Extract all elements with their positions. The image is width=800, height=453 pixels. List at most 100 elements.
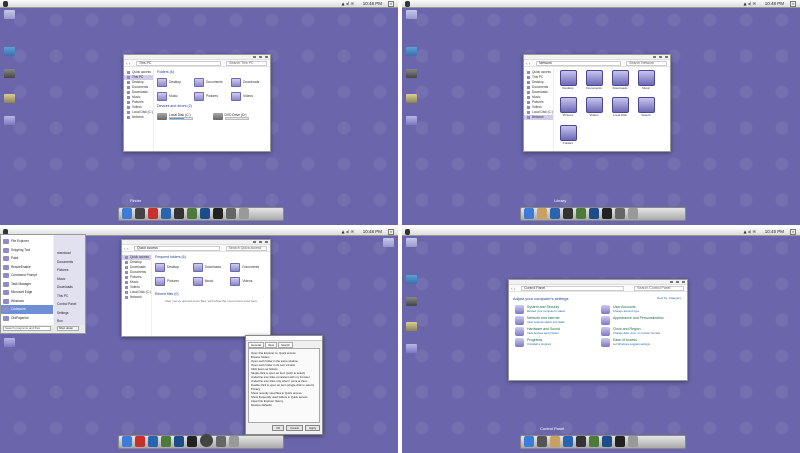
monitor-icon[interactable]	[406, 275, 417, 284]
power-icon[interactable]	[200, 434, 213, 447]
mail-icon[interactable]	[148, 436, 158, 447]
trash-icon[interactable]	[239, 208, 249, 219]
desktop-icon[interactable]	[4, 10, 15, 19]
library-item[interactable]: Desktop	[557, 70, 579, 94]
folder-icon[interactable]	[4, 94, 15, 103]
trash-icon[interactable]	[628, 436, 638, 447]
settings-icon[interactable]	[216, 436, 226, 447]
folder-item[interactable]: Downloads	[231, 77, 268, 87]
search-input[interactable]: Search Quick access	[225, 246, 267, 251]
close-icon[interactable]: ×	[388, 1, 394, 7]
category-link[interactable]: Let Windows suggest settings	[613, 342, 650, 346]
tray-icons[interactable]: ▲ ◂) ✉	[341, 1, 354, 6]
close-icon[interactable]	[665, 56, 668, 58]
media-icon[interactable]	[602, 208, 612, 219]
mail-icon[interactable]	[161, 208, 171, 219]
drive-item[interactable]: Local Disk (C:)	[157, 111, 213, 121]
apple-icon[interactable]	[405, 1, 410, 7]
address-bar[interactable]: Network	[536, 61, 621, 66]
settings-icon[interactable]	[226, 208, 236, 219]
dialog-button[interactable]: OK	[272, 425, 285, 431]
maximize-icon[interactable]	[676, 281, 679, 283]
start-menu-link[interactable]: Settings	[54, 309, 85, 318]
view-by[interactable]: View by: Category	[657, 296, 681, 300]
control-panel-category[interactable]: Appearance and Personalization	[601, 316, 681, 327]
dialog-option[interactable]: Restore Defaults	[251, 403, 317, 407]
folder-item[interactable]: Music	[192, 276, 231, 286]
folder-item[interactable]: Desktop	[157, 77, 194, 87]
dialog-tab[interactable]: Search	[277, 342, 293, 348]
tray-icons[interactable]: ▲ ◂) ✉	[743, 229, 756, 234]
home-icon[interactable]	[550, 436, 560, 447]
app-icon[interactable]	[174, 436, 184, 447]
category-link[interactable]: Change date, time, or number formats	[613, 331, 660, 335]
library-item[interactable]: Documents	[583, 70, 605, 94]
control-panel-category[interactable]: Ease of Access Let Windows suggest settin…	[601, 338, 681, 349]
media-icon[interactable]	[187, 436, 197, 447]
folder-item[interactable]: Desktop	[155, 262, 193, 272]
start-search-input[interactable]: Search programs and files	[3, 326, 51, 331]
folder-icon[interactable]	[406, 94, 417, 103]
close-icon[interactable]: ×	[790, 229, 796, 235]
folder-item[interactable]: Pictures	[155, 276, 193, 286]
desktop-icon[interactable]	[406, 238, 417, 247]
maximize-icon[interactable]	[259, 241, 262, 243]
start-menu-item[interactable]: OldPaperInk	[1, 314, 53, 323]
drive-icon[interactable]	[406, 69, 417, 78]
app-icon[interactable]	[200, 208, 210, 219]
monitor-icon[interactable]	[406, 47, 417, 56]
app-icon[interactable]	[589, 208, 599, 219]
maximize-icon[interactable]	[259, 56, 262, 58]
category-title[interactable]: Appearance and Personalization	[613, 316, 664, 320]
folder-item[interactable]: Videos	[230, 276, 268, 286]
minimize-icon[interactable]	[670, 281, 673, 283]
library-item[interactable]: Videos	[583, 97, 605, 121]
control-panel-category[interactable]: Hardware and Sound View devices and print…	[515, 327, 595, 338]
finder-icon[interactable]	[524, 208, 534, 219]
start-menu-item[interactable]: File Explorer	[1, 237, 53, 246]
dialog-button[interactable]: Apply	[305, 425, 320, 431]
address-bar[interactable]: Control Panel	[521, 286, 625, 291]
mail-icon[interactable]	[550, 208, 560, 219]
start-menu-link[interactable]: Music	[54, 275, 85, 284]
terminal-icon[interactable]	[563, 208, 573, 219]
address-bar[interactable]: Quick access	[134, 246, 220, 251]
media-icon[interactable]	[213, 208, 223, 219]
search-input[interactable]: Search This PC	[226, 61, 267, 66]
start-menu-item[interactable]: ResizeEnable	[1, 263, 53, 272]
home-icon[interactable]	[537, 208, 547, 219]
folder-item[interactable]: Downloads	[192, 262, 231, 272]
start-menu-item[interactable]: Command Prompt	[1, 271, 53, 280]
back-forward-icon[interactable]: ‹ ›	[526, 61, 530, 66]
dialog-tab[interactable]: View	[264, 342, 277, 348]
control-panel-category[interactable]: User Accounts Change account type	[601, 305, 681, 316]
folder-item[interactable]: Videos	[231, 91, 268, 101]
start-menu-item[interactable]: Microsoft Edge	[1, 288, 53, 297]
folder-item[interactable]: Documents	[230, 262, 268, 272]
photos-icon[interactable]	[576, 208, 586, 219]
drive-icon[interactable]	[4, 69, 15, 78]
photos-icon[interactable]	[589, 436, 599, 447]
safari-icon[interactable]	[135, 208, 145, 219]
home-icon[interactable]	[148, 208, 158, 219]
recycle-icon[interactable]	[406, 116, 417, 125]
category-link[interactable]: Change account type	[613, 309, 639, 313]
terminal-icon[interactable]	[576, 436, 586, 447]
dialog-tab[interactable]: General	[248, 342, 264, 348]
control-panel-category[interactable]: Network and Internet View network status …	[515, 316, 595, 327]
apple-icon[interactable]	[3, 1, 8, 7]
desktop-icon[interactable]	[383, 238, 394, 247]
minimize-icon[interactable]	[653, 56, 656, 58]
category-link[interactable]: View devices and printers	[527, 331, 560, 335]
trash-icon[interactable]	[628, 208, 638, 219]
close-icon[interactable]	[682, 281, 685, 283]
category-link[interactable]: View network status and tasks	[527, 320, 565, 324]
tray-icons[interactable]: ▲ ◂) ✉	[341, 229, 354, 234]
app-icon[interactable]	[602, 436, 612, 447]
start-menu-link[interactable]: This PC	[54, 292, 85, 301]
library-item[interactable]: Downloads	[609, 70, 631, 94]
clock[interactable]: 10:48 PM	[765, 1, 784, 6]
start-menu-item[interactable]: Task Manager	[1, 280, 53, 289]
media-icon[interactable]	[615, 436, 625, 447]
folder-item[interactable]: Music	[157, 91, 194, 101]
